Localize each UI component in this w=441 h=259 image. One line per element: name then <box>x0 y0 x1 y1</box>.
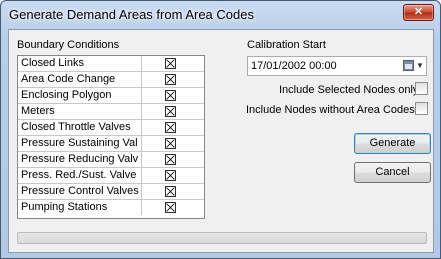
include-selected-checkbox[interactable] <box>415 82 428 95</box>
title-bar[interactable]: Generate Demand Areas from Area Codes ✕ <box>1 1 440 28</box>
condition-label: Press. Red./Sust. Valve <box>18 168 142 183</box>
condition-label: Pressure Control Valves <box>18 184 142 199</box>
table-row: Enclosing Polygon <box>18 88 204 104</box>
close-icon: ✕ <box>413 6 424 18</box>
table-row: Closed Throttle Valves <box>18 120 204 136</box>
condition-label: Pressure Sustaining Val <box>18 136 142 151</box>
progress-bar <box>17 232 427 244</box>
condition-label: Enclosing Polygon <box>18 88 142 103</box>
dialog-window: Generate Demand Areas from Area Codes ✕ … <box>0 0 441 259</box>
table-row: Pressure Control Valves <box>18 184 204 200</box>
calendar-icon[interactable] <box>403 60 414 71</box>
boundary-conditions-table: Closed Links Area Code Change Enclosing … <box>17 55 205 219</box>
table-row: Pumping Stations <box>18 200 204 216</box>
include-selected-label: Include Selected Nodes only <box>279 84 419 96</box>
table-row: Meters <box>18 104 204 120</box>
calibration-start-picker[interactable]: 17/01/2002 00:00 ▼ <box>247 56 427 76</box>
include-without-label: Include Nodes without Area Codes <box>246 104 415 116</box>
table-row: Closed Links <box>18 56 204 72</box>
table-row: Press. Red./Sust. Valve <box>18 168 204 184</box>
calibration-start-value[interactable]: 17/01/2002 00:00 <box>251 60 337 72</box>
condition-label: Meters <box>18 104 142 119</box>
condition-checkbox[interactable] <box>165 74 176 85</box>
generate-button[interactable]: Generate <box>354 133 431 154</box>
condition-label: Closed Throttle Valves <box>18 120 142 135</box>
close-button[interactable]: ✕ <box>403 4 434 21</box>
chevron-down-icon[interactable]: ▼ <box>416 61 424 70</box>
condition-checkbox[interactable] <box>165 90 176 101</box>
condition-label: Area Code Change <box>18 72 142 87</box>
condition-checkbox[interactable] <box>165 106 176 117</box>
condition-checkbox[interactable] <box>165 58 176 69</box>
condition-label: Closed Links <box>18 56 142 71</box>
boundary-conditions-label: Boundary Conditions <box>17 39 120 51</box>
condition-checkbox[interactable] <box>165 138 176 149</box>
cancel-button[interactable]: Cancel <box>354 162 431 183</box>
condition-checkbox[interactable] <box>165 186 176 197</box>
window-title: Generate Demand Areas from Area Codes <box>9 7 254 22</box>
condition-checkbox[interactable] <box>165 202 176 213</box>
condition-checkbox[interactable] <box>165 170 176 181</box>
condition-checkbox[interactable] <box>165 154 176 165</box>
condition-label: Pumping Stations <box>18 200 142 215</box>
dialog-body: Boundary Conditions Closed Links Area Co… <box>8 29 434 253</box>
table-row: Pressure Reducing Valv <box>18 152 204 168</box>
condition-label: Pressure Reducing Valv <box>18 152 142 167</box>
include-without-checkbox[interactable] <box>415 102 428 115</box>
calibration-start-label: Calibration Start <box>247 39 326 51</box>
table-row: Area Code Change <box>18 72 204 88</box>
table-row: Pressure Sustaining Val <box>18 136 204 152</box>
condition-checkbox[interactable] <box>165 122 176 133</box>
